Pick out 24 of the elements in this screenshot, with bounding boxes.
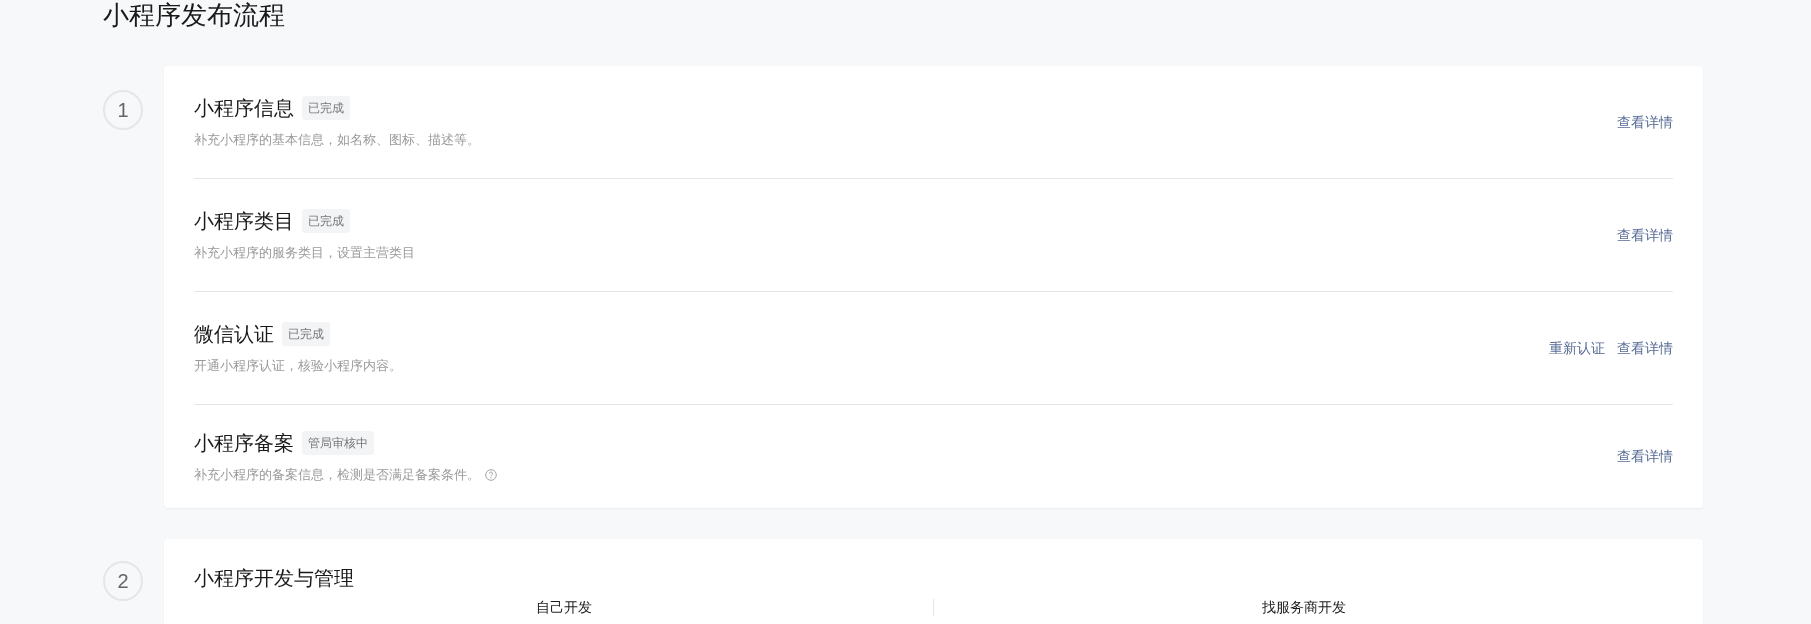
- item-description: 开通小程序认证，核验小程序内容。: [194, 357, 402, 375]
- item-description: 补充小程序的基本信息，如名称、图标、描述等。: [194, 131, 480, 149]
- status-tag: 已完成: [282, 322, 330, 346]
- step-number: 1: [103, 90, 143, 130]
- item-title: 小程序类目: [194, 209, 294, 234]
- item-title: 小程序备案: [194, 430, 294, 456]
- status-tag: 已完成: [302, 209, 350, 233]
- action-link[interactable]: 查看详情: [1617, 111, 1673, 133]
- option-heading: 找服务商开发: [1261, 599, 1346, 616]
- item-title: 小程序信息: [194, 96, 294, 121]
- option-heading: 自己开发: [535, 599, 592, 616]
- action-link[interactable]: 查看详情: [1617, 224, 1673, 246]
- action-link[interactable]: 查看详情: [1617, 337, 1673, 359]
- item-title: 微信认证: [194, 322, 274, 347]
- status-tag: 已完成: [302, 96, 350, 120]
- action-link[interactable]: 重新认证: [1549, 337, 1605, 359]
- help-icon[interactable]: [485, 468, 497, 481]
- page-title: 小程序发布流程: [103, 0, 286, 32]
- step-number: 2: [103, 561, 143, 601]
- item-description: 补充小程序的备案信息，检测是否满足备案条件。: [194, 465, 480, 484]
- status-tag: 管局审核中: [302, 430, 374, 455]
- section-title: 小程序开发与管理: [194, 566, 355, 591]
- action-link[interactable]: 查看详情: [1617, 446, 1673, 467]
- item-description: 补充小程序的服务类目，设置主营类目: [194, 244, 415, 262]
